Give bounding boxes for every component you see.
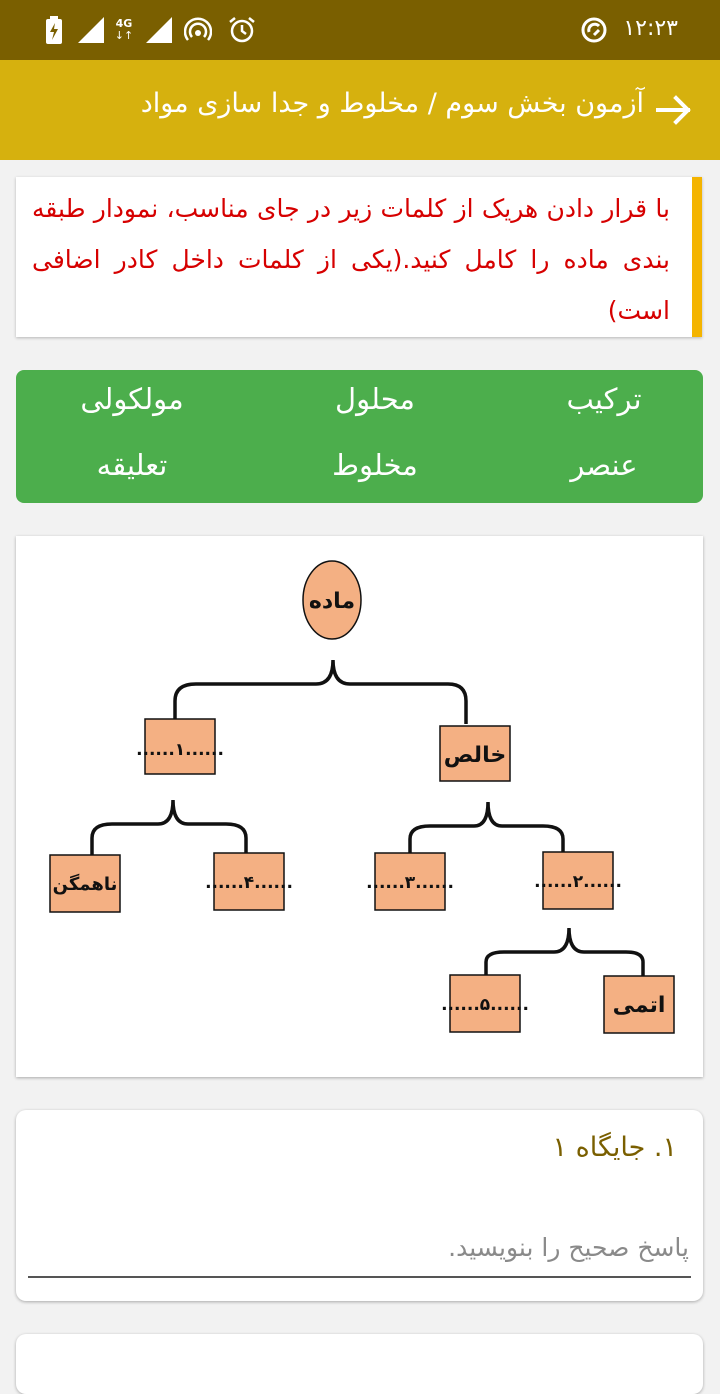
question-card: با قرار دادن هریک از کلمات زیر در جای من… bbox=[16, 177, 702, 337]
app-bar: آزمون بخش سوم / مخلوط و جدا سازی مواد bbox=[0, 60, 720, 160]
node-heterogeneous-label: ناهمگن bbox=[53, 873, 118, 895]
answer-input[interactable] bbox=[28, 1218, 691, 1278]
answer-card: ۱. جایگاه ۱ bbox=[16, 1110, 703, 1301]
node-1-label: ......۱...... bbox=[136, 740, 224, 760]
diagram-connectors bbox=[90, 659, 645, 976]
battery-charging-icon bbox=[44, 16, 64, 44]
answer-label: ۱. جایگاه ۱ bbox=[552, 1132, 678, 1163]
word-bank-item: تعلیقه bbox=[96, 448, 168, 482]
signal-4g-icon: 4G ↓↑ bbox=[114, 17, 134, 42]
node-4-label: ......۴...... bbox=[205, 873, 293, 893]
node-5-label: ......۵...... bbox=[441, 995, 529, 1015]
alarm-icon bbox=[228, 16, 256, 44]
classification-diagram: ماده ......۱...... خالص ناهمگن ......۴..… bbox=[16, 536, 703, 1077]
page-title: آزمون بخش سوم / مخلوط و جدا سازی مواد bbox=[140, 88, 644, 119]
node-atomic-label: اتمی bbox=[613, 993, 666, 1018]
word-bank-item: عنصر bbox=[570, 448, 638, 482]
sync-icon bbox=[580, 16, 608, 44]
diagram-svg: ماده ......۱...... خالص ناهمگن ......۴..… bbox=[49, 560, 675, 1034]
word-bank-item: ترکیب bbox=[566, 382, 642, 416]
word-bank-item: محلول bbox=[335, 382, 415, 416]
signal-icon bbox=[146, 16, 172, 44]
node-pure-label: خالص bbox=[444, 743, 506, 768]
node-2-label: ......۲...... bbox=[534, 872, 622, 892]
answer-card-next bbox=[16, 1334, 703, 1394]
node-3-label: ......۳...... bbox=[366, 873, 454, 893]
status-time: ۱۲:۲۳ bbox=[623, 16, 678, 41]
status-bar: 4G ↓↑ ۱۲:۲۳ bbox=[0, 0, 720, 60]
hotspot-icon bbox=[184, 16, 212, 44]
node-root-label: ماده bbox=[309, 589, 355, 614]
word-bank-item: مخلوط bbox=[332, 448, 418, 482]
word-bank-item: مولکولی bbox=[80, 382, 184, 416]
word-bank: ترکیب محلول مولکولی عنصر مخلوط تعلیقه bbox=[16, 370, 703, 503]
arrow-right-icon[interactable] bbox=[654, 90, 694, 130]
question-text: با قرار دادن هریک از کلمات زیر در جای من… bbox=[32, 194, 670, 325]
signal-icon bbox=[78, 16, 104, 44]
